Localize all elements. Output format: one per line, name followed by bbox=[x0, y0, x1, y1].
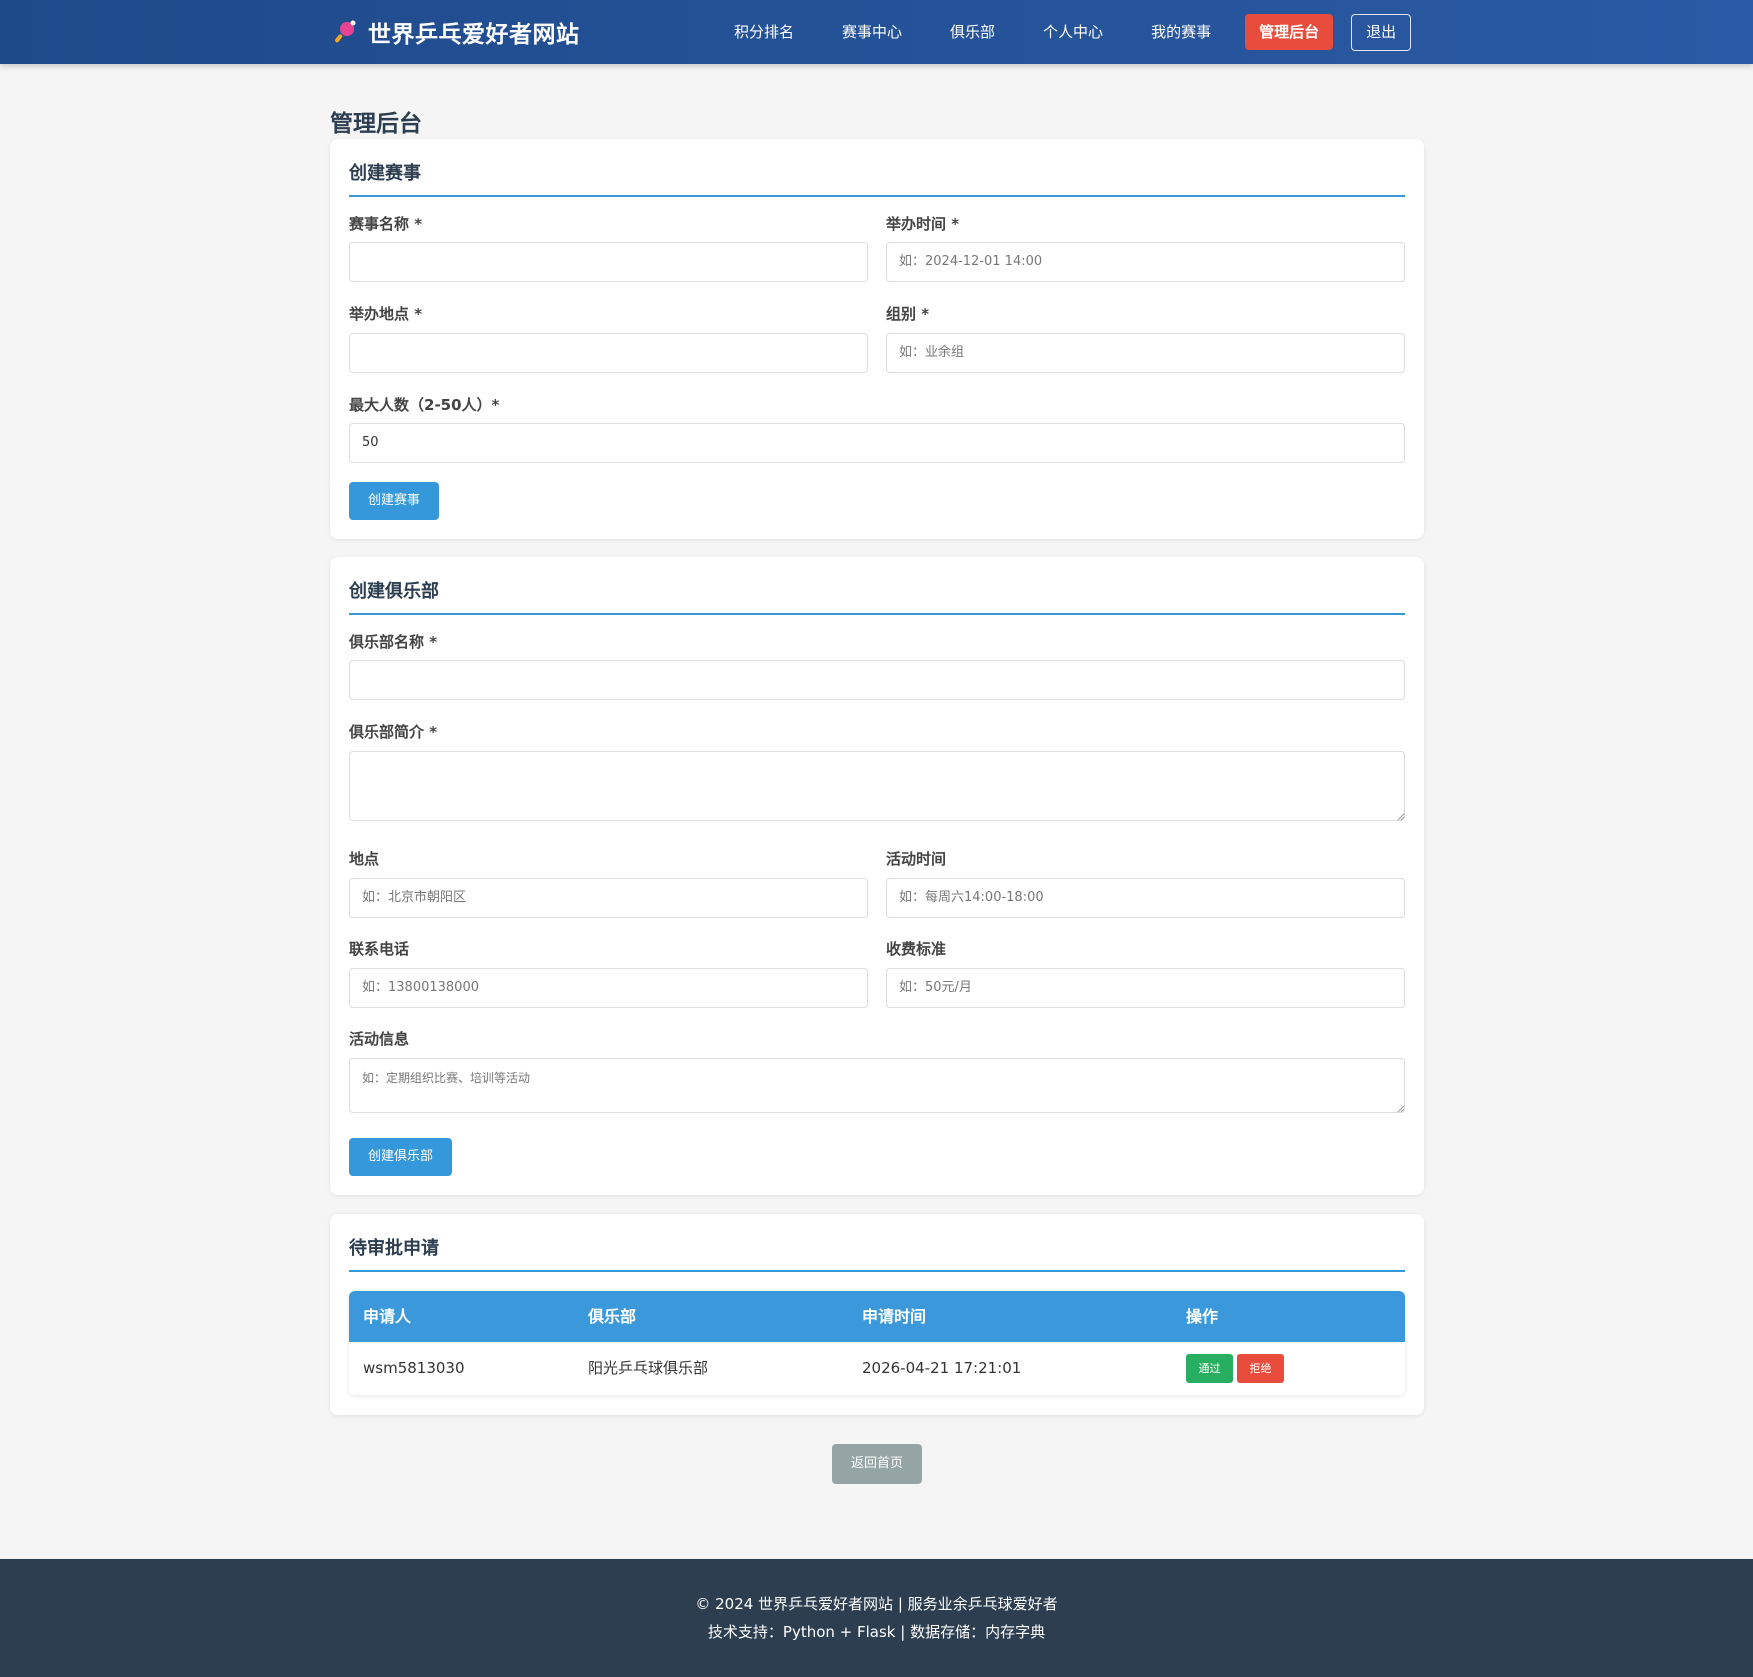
event-time-input[interactable]: 如：2024-12-01 14:00 bbox=[886, 242, 1405, 282]
reject-button[interactable]: 拒绝 bbox=[1237, 1354, 1284, 1383]
ping-pong-paddle-icon bbox=[332, 19, 358, 45]
create-club-card: 创建俱乐部 俱乐部名称 * 俱乐部简介 * 地点 如：北京市朝阳区 活动时间 如… bbox=[330, 557, 1424, 1195]
club-fee-input[interactable]: 如：50元/月 bbox=[886, 968, 1405, 1008]
nav-ranking[interactable]: 积分排名 bbox=[710, 14, 818, 50]
event-group-label: 组别 * bbox=[886, 305, 930, 323]
approve-button[interactable]: 通过 bbox=[1186, 1354, 1233, 1383]
nav-admin[interactable]: 管理后台 bbox=[1245, 14, 1334, 50]
club-cell: 阳光乒乓球俱乐部 bbox=[588, 1359, 709, 1377]
column-header-time: 申请时间 bbox=[862, 1307, 927, 1326]
pending-table: 申请人 俱乐部 申请时间 操作 wsm5813030 阳光乒乓球俱乐部 2026… bbox=[349, 1291, 1405, 1395]
back-home-button[interactable]: 返回首页 bbox=[832, 1444, 922, 1484]
event-name-input[interactable] bbox=[349, 242, 868, 282]
resize-grip-icon[interactable] bbox=[1397, 1105, 1405, 1113]
club-activity-time-label: 活动时间 bbox=[886, 850, 947, 868]
pending-title: 待审批申请 bbox=[349, 1234, 1405, 1272]
nav-profile[interactable]: 个人中心 bbox=[1019, 14, 1127, 50]
event-location-label: 举办地点 * bbox=[349, 305, 423, 323]
club-info-textarea[interactable]: 如：定期组织比赛、培训等活动 bbox=[349, 1058, 1405, 1113]
event-max-label: 最大人数（2-50人）* bbox=[349, 396, 500, 414]
column-header-actions: 操作 bbox=[1186, 1307, 1219, 1326]
create-event-title: 创建赛事 bbox=[349, 159, 1405, 197]
club-intro-label: 俱乐部简介 * bbox=[349, 723, 438, 741]
club-location-label: 地点 bbox=[349, 850, 380, 868]
event-location-input[interactable] bbox=[349, 333, 868, 373]
footer: © 2024 世界乒乓爱好者网站 | 服务业余乒乓球爱好者 技术支持：Pytho… bbox=[0, 1559, 1753, 1677]
event-group-input[interactable]: 如：业余组 bbox=[886, 333, 1405, 373]
footer-copyright: © 2024 世界乒乓爱好者网站 | 服务业余乒乓球爱好者 bbox=[695, 1595, 1058, 1613]
club-name-label: 俱乐部名称 * bbox=[349, 633, 438, 651]
top-navbar: 世界乒乓爱好者网站 积分排名 赛事中心 俱乐部 个人中心 我的赛事 管理后台 退… bbox=[0, 0, 1753, 64]
logout-button[interactable]: 退出 bbox=[1351, 13, 1412, 51]
nav-clubs[interactable]: 俱乐部 bbox=[926, 14, 1019, 50]
table-row: wsm5813030 阳光乒乓球俱乐部 2026-04-21 17:21:01 … bbox=[349, 1342, 1405, 1395]
create-event-button[interactable]: 创建赛事 bbox=[349, 482, 439, 520]
brand[interactable]: 世界乒乓爱好者网站 bbox=[332, 16, 580, 48]
main-nav: 积分排名 赛事中心 俱乐部 个人中心 我的赛事 管理后台 退出 bbox=[710, 13, 1412, 51]
create-club-title: 创建俱乐部 bbox=[349, 577, 1405, 615]
club-activity-time-input[interactable]: 如：每周六14:00-18:00 bbox=[886, 878, 1405, 918]
column-header-applicant: 申请人 bbox=[363, 1307, 412, 1326]
pending-applications-card: 待审批申请 申请人 俱乐部 申请时间 操作 wsm5813030 阳光乒乓球俱乐… bbox=[330, 1214, 1424, 1415]
event-max-input[interactable]: 50 bbox=[349, 423, 1405, 463]
club-info-label: 活动信息 bbox=[349, 1030, 410, 1048]
applicant-cell: wsm5813030 bbox=[363, 1359, 465, 1377]
club-location-input[interactable]: 如：北京市朝阳区 bbox=[349, 878, 868, 918]
event-name-label: 赛事名称 * bbox=[349, 215, 423, 233]
column-header-club: 俱乐部 bbox=[588, 1307, 637, 1326]
time-cell: 2026-04-21 17:21:01 bbox=[862, 1359, 1022, 1377]
nav-events[interactable]: 赛事中心 bbox=[818, 14, 926, 50]
nav-my-events[interactable]: 我的赛事 bbox=[1127, 14, 1235, 50]
create-event-card: 创建赛事 赛事名称 * 举办时间 * 如：2024-12-01 14:00 举办… bbox=[330, 139, 1424, 539]
resize-grip-icon[interactable] bbox=[1397, 813, 1405, 821]
club-phone-label: 联系电话 bbox=[349, 940, 410, 958]
create-club-button[interactable]: 创建俱乐部 bbox=[349, 1138, 452, 1176]
page-title: 管理后台 bbox=[330, 111, 422, 137]
event-time-label: 举办时间 * bbox=[886, 215, 960, 233]
club-phone-input[interactable]: 如：13800138000 bbox=[349, 968, 868, 1008]
site-title: 世界乒乓爱好者网站 bbox=[368, 22, 580, 48]
table-header: 申请人 俱乐部 申请时间 操作 bbox=[349, 1291, 1405, 1342]
footer-tech: 技术支持：Python + Flask | 数据存储：内存字典 bbox=[707, 1623, 1046, 1641]
club-name-input[interactable] bbox=[349, 660, 1405, 700]
club-fee-label: 收费标准 bbox=[886, 940, 947, 958]
club-intro-textarea[interactable] bbox=[349, 751, 1405, 821]
